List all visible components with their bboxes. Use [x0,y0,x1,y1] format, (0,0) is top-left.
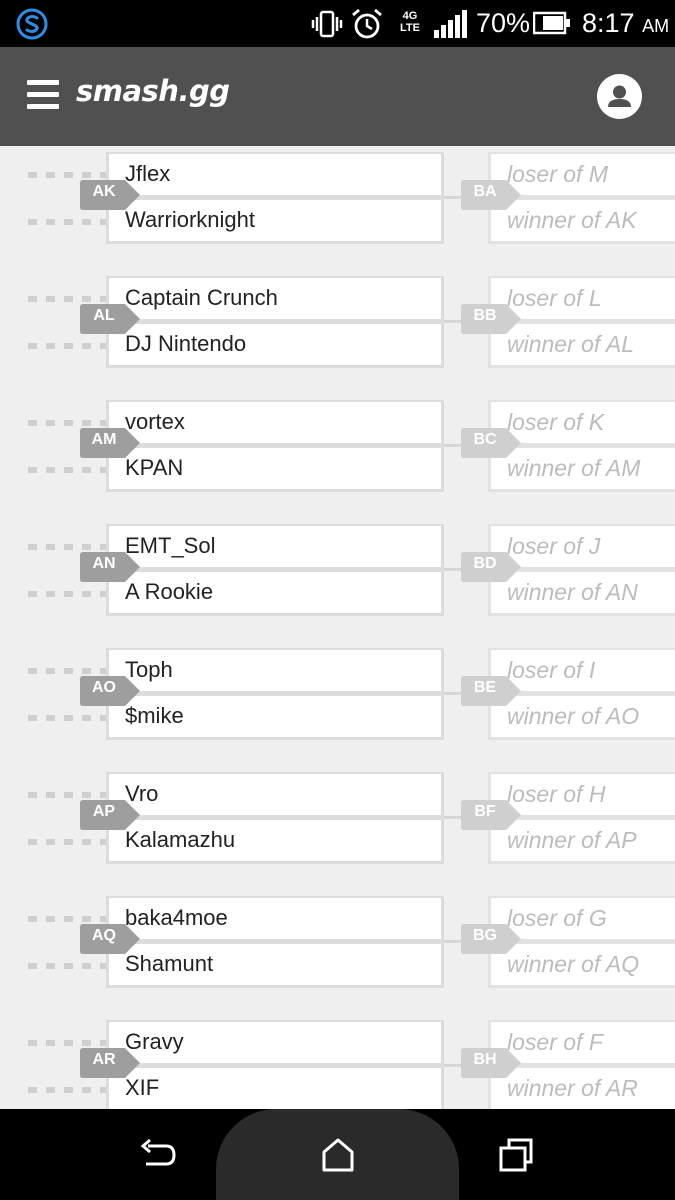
match-row: EMT_Sol A Rookie AN loser of J winner of… [0,524,675,616]
incoming-connector [28,1087,108,1093]
next-match-id-label: BE [473,679,497,696]
player-slot[interactable]: Warriorknight [109,200,441,241]
incoming-connector [28,219,108,225]
incoming-connector [28,467,108,473]
player-slot[interactable]: Shamunt [109,944,441,985]
match-id-label: AL [93,307,115,324]
incoming-connector [28,963,108,969]
player-slot[interactable]: A Rookie [109,572,441,613]
vibrate-icon [311,10,343,38]
match-id-label: AN [92,555,116,572]
next-match-id-label: BH [473,1051,497,1068]
match-row: baka4moe Shamunt AQ loser of G winner of… [0,896,675,988]
app-logo[interactable]: smash.gg [76,74,230,108]
player-slot[interactable]: $mike [109,696,441,737]
incoming-connector [28,544,108,550]
player-slot[interactable]: XIF [109,1068,441,1109]
match-card[interactable]: EMT_Sol A Rookie [106,524,444,616]
incoming-connector [28,668,108,674]
match-id-label: AM [91,431,117,448]
incoming-connector [28,296,108,302]
home-icon[interactable] [318,1136,358,1174]
match-card[interactable]: Toph $mike [106,648,444,740]
match-card[interactable]: Vro Kalamazhu [106,772,444,864]
app-header: smash.gg [0,47,675,146]
incoming-connector [28,1040,108,1046]
player-slot[interactable]: vortex [109,402,441,443]
profile-button[interactable] [597,74,642,119]
next-match-id-label: BB [473,307,497,324]
alarm-icon [352,8,382,39]
player-slot[interactable]: EMT_Sol [109,526,441,567]
navigation-bar [0,1109,675,1200]
match-id-label: AP [92,803,116,820]
incoming-connector [28,420,108,426]
match-card[interactable]: Captain Crunch DJ Nintendo [106,276,444,368]
match-id-label: AQ [92,927,116,944]
incoming-connector [28,343,108,349]
clock-time: 8:17 [582,8,635,38]
player-slot[interactable]: Kalamazhu [109,820,441,861]
incoming-connector [28,715,108,721]
clock-ampm: AM [642,16,670,36]
battery-percent: 70% [476,8,531,38]
back-icon[interactable] [138,1136,178,1174]
next-match-id-label: BD [473,555,497,572]
player-slot[interactable]: KPAN [109,448,441,489]
recents-icon[interactable] [497,1136,537,1174]
signal-icon [434,10,467,38]
incoming-connector [28,839,108,845]
match-row: Captain Crunch DJ Nintendo AL loser of L… [0,276,675,368]
status-bar: 4G LTE 70% 8:17 AM [0,0,675,47]
swiftkey-icon [16,8,48,40]
player-slot[interactable]: Toph [109,650,441,691]
match-card[interactable]: vortex KPAN [106,400,444,492]
match-id-label: AR [92,1051,116,1068]
incoming-connector [28,916,108,922]
user-icon [608,85,631,107]
battery-icon [533,11,570,35]
incoming-connector [28,792,108,798]
network-type-label: 4G LTE [400,10,420,34]
player-slot[interactable]: Captain Crunch [109,278,441,319]
match-id-label: AO [92,679,116,696]
player-slot[interactable]: Gravy [109,1022,441,1063]
incoming-connector [28,591,108,597]
next-match-id-label: BC [473,431,497,448]
match-card[interactable]: Jflex Warriorknight [106,152,444,244]
incoming-connector [28,172,108,178]
match-row: Vro Kalamazhu AP loser of H winner of AP… [0,772,675,864]
match-card[interactable]: Gravy XIF [106,1020,444,1109]
match-row: vortex KPAN AM loser of K winner of AM B… [0,400,675,492]
match-id-label: AK [92,183,116,200]
match-row: Gravy XIF AR loser of F winner of AR BH [0,1020,675,1109]
next-match-id-label: BF [474,803,496,820]
player-slot[interactable]: Vro [109,774,441,815]
bracket-view[interactable]: Jflex Warriorknight AK loser of M winner… [0,146,675,1109]
player-slot[interactable]: baka4moe [109,898,441,939]
player-slot[interactable]: DJ Nintendo [109,324,441,365]
match-card[interactable]: baka4moe Shamunt [106,896,444,988]
hamburger-menu-icon[interactable] [27,80,59,110]
player-slot[interactable]: Jflex [109,154,441,195]
match-row: Toph $mike AO loser of I winner of AO BE [0,648,675,740]
next-match-id-label: BG [473,927,497,944]
next-match-id-label: BA [473,183,497,200]
match-row: Jflex Warriorknight AK loser of M winner… [0,152,675,244]
clock: 8:17 AM [582,8,669,39]
